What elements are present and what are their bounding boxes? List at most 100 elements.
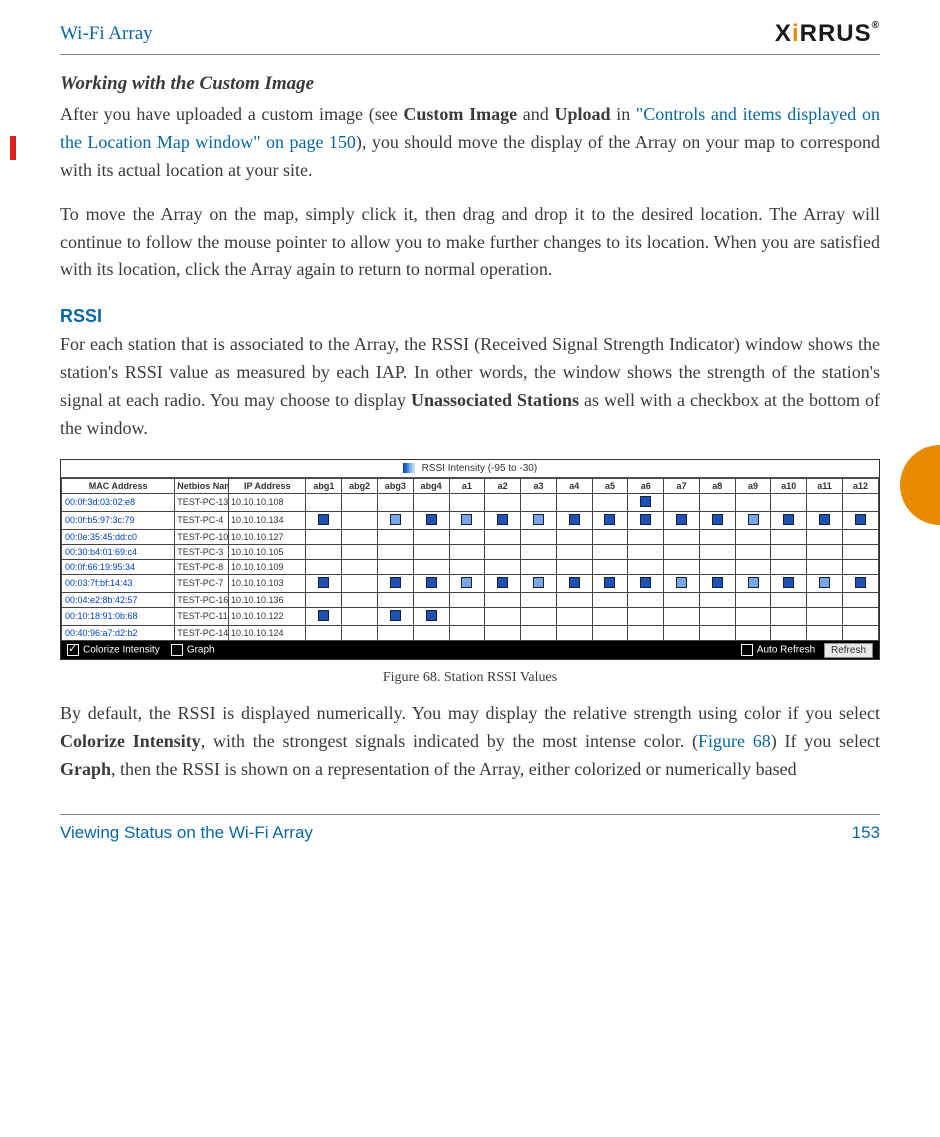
column-header: a3 bbox=[521, 478, 557, 493]
rssi-square-icon bbox=[640, 577, 651, 588]
cell: 00:0f:66:19:95:34 bbox=[62, 559, 175, 574]
column-header: abg2 bbox=[342, 478, 378, 493]
rssi-cell bbox=[842, 544, 878, 559]
column-header: a6 bbox=[628, 478, 664, 493]
cross-reference-link[interactable]: Figure 68 bbox=[698, 731, 771, 751]
rssi-square-icon bbox=[533, 577, 544, 588]
rssi-cell bbox=[735, 559, 771, 574]
rssi-square-icon bbox=[783, 514, 794, 525]
rssi-cell bbox=[342, 559, 378, 574]
rssi-cell bbox=[735, 607, 771, 625]
footer-section: Viewing Status on the Wi-Fi Array bbox=[60, 823, 313, 843]
rssi-cell bbox=[378, 574, 414, 592]
rssi-cell bbox=[449, 493, 485, 511]
page-header: Wi-Fi Array XiRRUS® bbox=[60, 20, 880, 55]
rssi-cell bbox=[628, 574, 664, 592]
rssi-cell bbox=[521, 625, 557, 640]
rssi-cell bbox=[628, 529, 664, 544]
bottom-right-group: Auto Refresh Refresh bbox=[741, 644, 873, 656]
rssi-cell bbox=[807, 511, 843, 529]
colorize-intensity-checkbox[interactable] bbox=[67, 644, 79, 656]
column-header: a5 bbox=[592, 478, 628, 493]
rssi-cell bbox=[628, 592, 664, 607]
rssi-cell bbox=[735, 511, 771, 529]
rssi-table: RSSI Intensity (-95 to -30) MAC AddressN… bbox=[60, 459, 880, 660]
rssi-cell bbox=[306, 511, 342, 529]
rssi-square-icon bbox=[497, 577, 508, 588]
rssi-cell bbox=[485, 529, 521, 544]
cell: 00:04:e2:8b:42:57 bbox=[62, 592, 175, 607]
rssi-cell bbox=[306, 544, 342, 559]
rssi-cell bbox=[485, 592, 521, 607]
rssi-cell bbox=[664, 544, 700, 559]
rssi-square-icon bbox=[497, 514, 508, 525]
rssi-cell bbox=[342, 511, 378, 529]
cell: 10.10.10.136 bbox=[228, 592, 306, 607]
column-header: a9 bbox=[735, 478, 771, 493]
section-heading: RSSI bbox=[60, 306, 880, 327]
rssi-cell bbox=[378, 493, 414, 511]
rssi-cell bbox=[413, 607, 449, 625]
rssi-cell bbox=[306, 529, 342, 544]
rssi-cell bbox=[735, 574, 771, 592]
cell: 10.10.10.134 bbox=[228, 511, 306, 529]
rssi-cell bbox=[628, 511, 664, 529]
rssi-square-icon bbox=[318, 514, 329, 525]
cell: 00:0f:b5:97:3c:79 bbox=[62, 511, 175, 529]
cell: TEST-PC-4 bbox=[175, 511, 229, 529]
rssi-square-icon bbox=[604, 577, 615, 588]
rssi-cell bbox=[556, 529, 592, 544]
rssi-cell bbox=[413, 625, 449, 640]
rssi-cell bbox=[592, 592, 628, 607]
cell: 10.10.10.127 bbox=[228, 529, 306, 544]
rssi-cell bbox=[342, 493, 378, 511]
page-footer: Viewing Status on the Wi-Fi Array 153 bbox=[60, 814, 880, 843]
cell: TEST-PC-8 bbox=[175, 559, 229, 574]
rssi-cell bbox=[699, 511, 735, 529]
rssi-square-icon bbox=[390, 514, 401, 525]
rssi-cell bbox=[807, 559, 843, 574]
rssi-cell bbox=[592, 625, 628, 640]
rssi-cell bbox=[807, 529, 843, 544]
column-header: abg3 bbox=[378, 478, 414, 493]
refresh-button[interactable]: Refresh bbox=[824, 643, 873, 658]
paragraph: For each station that is associated to t… bbox=[60, 331, 880, 443]
rssi-cell bbox=[592, 493, 628, 511]
column-header: a11 bbox=[807, 478, 843, 493]
rssi-cell bbox=[771, 529, 807, 544]
rssi-square-icon bbox=[676, 577, 687, 588]
header-title: Wi-Fi Array bbox=[60, 23, 153, 45]
rssi-cell bbox=[378, 529, 414, 544]
brand-tm: ® bbox=[872, 20, 880, 31]
rssi-square-icon bbox=[855, 514, 866, 525]
rssi-cell bbox=[807, 493, 843, 511]
auto-refresh-checkbox[interactable] bbox=[741, 644, 753, 656]
rssi-cell bbox=[521, 607, 557, 625]
graph-checkbox[interactable] bbox=[171, 644, 183, 656]
rssi-cell bbox=[699, 493, 735, 511]
rssi-cell bbox=[842, 559, 878, 574]
paragraph: After you have uploaded a custom image (… bbox=[60, 101, 880, 185]
table-row: 00:0f:3d:03:02:e8TEST-PC-1310.10.10.108 bbox=[62, 493, 879, 511]
text-run: , with the strongest signals indicated b… bbox=[201, 731, 698, 751]
column-header: abg4 bbox=[413, 478, 449, 493]
column-header: a7 bbox=[664, 478, 700, 493]
brand-part: X bbox=[775, 20, 792, 47]
rssi-cell bbox=[556, 493, 592, 511]
side-tab bbox=[900, 445, 940, 525]
rssi-square-icon bbox=[533, 514, 544, 525]
rssi-square-icon bbox=[461, 514, 472, 525]
rssi-cell bbox=[378, 559, 414, 574]
rssi-cell bbox=[735, 592, 771, 607]
rssi-cell bbox=[664, 511, 700, 529]
figure-caption: Figure 68. Station RSSI Values bbox=[60, 670, 880, 686]
rssi-cell bbox=[592, 529, 628, 544]
rssi-cell bbox=[485, 493, 521, 511]
rssi-cell bbox=[342, 592, 378, 607]
column-header: a1 bbox=[449, 478, 485, 493]
rssi-cell bbox=[521, 511, 557, 529]
column-header: a2 bbox=[485, 478, 521, 493]
rssi-square-icon bbox=[390, 610, 401, 621]
colorize-label: Colorize Intensity bbox=[83, 645, 160, 656]
rssi-cell bbox=[699, 625, 735, 640]
